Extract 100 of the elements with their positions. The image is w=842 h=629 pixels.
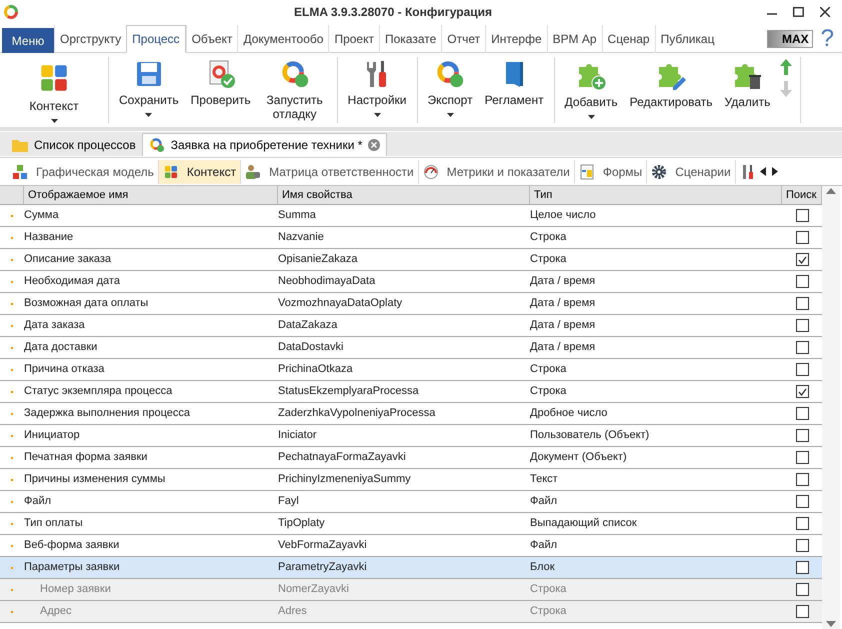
table-cell: Строка [530,231,566,244]
table-cell: Название [24,231,74,244]
table-cell: Документ (Объект) [530,451,627,464]
table-cell: Номер заявки [40,583,111,596]
window-title: ELMA 3.9.3.28070 - Конфигурация [294,4,492,21]
check-icon [798,388,806,396]
table-cell: Веб-форма заявки [24,539,120,552]
toolbar-button[interactable]: Настройки [342,57,412,123]
table-cell: Adres [278,605,307,618]
wrench-icon[interactable] [742,164,754,180]
diagram-icon [12,164,28,180]
table-cell: DataDostavki [278,341,344,354]
caret-icon [145,113,152,117]
search-checkbox[interactable] [796,539,808,552]
search-checkbox[interactable] [796,561,808,574]
scroll-left-icon[interactable] [760,167,766,176]
search-checkbox[interactable] [796,209,808,222]
menu-button[interactable]: Меню [2,28,54,53]
toolbar-button[interactable]: Проверить [184,57,257,123]
ribbon-tab[interactable]: Процесс [126,25,186,53]
search-checkbox[interactable] [796,495,808,508]
table-cell: NomerZayavki [278,583,349,596]
help-text[interactable]: ? [820,26,834,52]
sub-tab[interactable]: Матрица ответственности [241,160,419,184]
search-checkbox[interactable] [796,253,808,266]
caret-icon [50,119,58,123]
vertical-scrollbar[interactable] [822,186,840,629]
document-tab[interactable]: Список процессов [6,133,142,156]
search-checkbox[interactable] [796,385,808,398]
caret-icon [374,113,381,117]
table-cell: Дата / время [530,341,596,354]
search-checkbox[interactable] [796,605,808,618]
toolbar-button[interactable]: Экспорт [422,57,479,123]
search-checkbox[interactable] [796,363,808,376]
table-cell: Параметры заявки [24,561,120,574]
table-cell: DataZakaza [278,319,338,332]
maximize-icon[interactable] [793,7,804,17]
search-checkbox[interactable] [796,451,808,464]
search-checkbox[interactable] [796,583,808,596]
scroll-down-icon[interactable] [826,621,836,627]
table-cell: Iniciator [278,429,317,442]
table-cell: ZaderzhkaVypolneniyaProcessa [278,407,436,420]
column-header[interactable]: Имя свойства [278,186,530,204]
table-cell: Строка [530,583,566,596]
column-header[interactable]: Отображаемое имя [24,186,278,204]
up-arrow-icon[interactable] [780,59,792,75]
search-checkbox[interactable] [796,429,808,442]
caret-icon [446,113,454,117]
column-header[interactable]: Тип [530,186,782,204]
search-checkbox[interactable] [796,407,808,420]
sub-tab[interactable]: Контекст [158,160,242,184]
form-icon [578,164,595,180]
scroll-up-icon[interactable] [826,188,836,194]
sub-tab[interactable]: Сценарии [647,160,736,184]
scroll-right-icon[interactable] [772,167,778,176]
search-checkbox[interactable] [796,517,808,530]
table-cell: PechatnayaFormaZayavki [278,451,406,464]
table-cell: StatusEkzemplyaraProcessa [278,385,419,398]
person-mask-icon [245,164,262,180]
search-checkbox[interactable] [796,275,808,288]
table-cell: Описание заказа [24,253,112,266]
toolbar-button[interactable]: Добавить [558,57,624,123]
toolbar-button[interactable]: Регламент [478,57,550,123]
toolbar-button[interactable]: Запустить отладку [256,57,333,123]
play-ring-icon [280,59,310,89]
table-cell: Файл [530,539,558,552]
table-cell: Дата / время [530,275,596,288]
sub-tab[interactable]: Графическая модель [8,160,159,184]
table-cell: Текст [530,473,558,486]
table-row[interactable]: Параметры заявки ParametryZayavki Блок [0,557,822,579]
table-cell: Выпадающий список [530,517,637,530]
table-cell: Дата / время [530,297,596,310]
table-cell: PrichinyIzmeneniyaSummy [278,473,411,486]
table-cell: Задержка выполнения процесса [24,407,190,420]
export-ring-icon [435,59,466,89]
gauge-icon [422,164,439,180]
sub-tab[interactable]: Метрики и показатели [418,160,575,184]
table-cell: Целое число [530,209,596,222]
search-checkbox[interactable] [796,319,808,332]
table-cell: Необходимая дата [24,275,120,288]
table-cell: Строка [530,605,566,618]
toolbar-button[interactable]: Сохранить [113,57,185,123]
table-cell: TipOplaty [278,517,325,530]
max-badge: MAX [766,30,813,48]
close-icon[interactable] [820,7,830,17]
app-logo-icon [3,4,19,20]
process-ring-icon [148,137,165,153]
sub-tab[interactable]: Формы [574,160,648,184]
search-checkbox[interactable] [796,231,808,244]
puzzle-icon [162,164,179,180]
search-checkbox[interactable] [796,341,808,354]
table-cell: Пользователь (Объект) [530,429,650,442]
search-checkbox[interactable] [796,473,808,486]
table-cell: Дата заказа [24,319,85,332]
document-tab[interactable]: Заявка на приобретение техники * [142,133,388,156]
toolbar-button[interactable]: Редактировать [624,57,719,123]
toolbar-button[interactable]: Удалить [718,57,776,123]
toolbar-button[interactable]: Контекст [4,57,104,123]
search-checkbox[interactable] [796,297,808,310]
table-cell: Сумма [24,209,59,222]
